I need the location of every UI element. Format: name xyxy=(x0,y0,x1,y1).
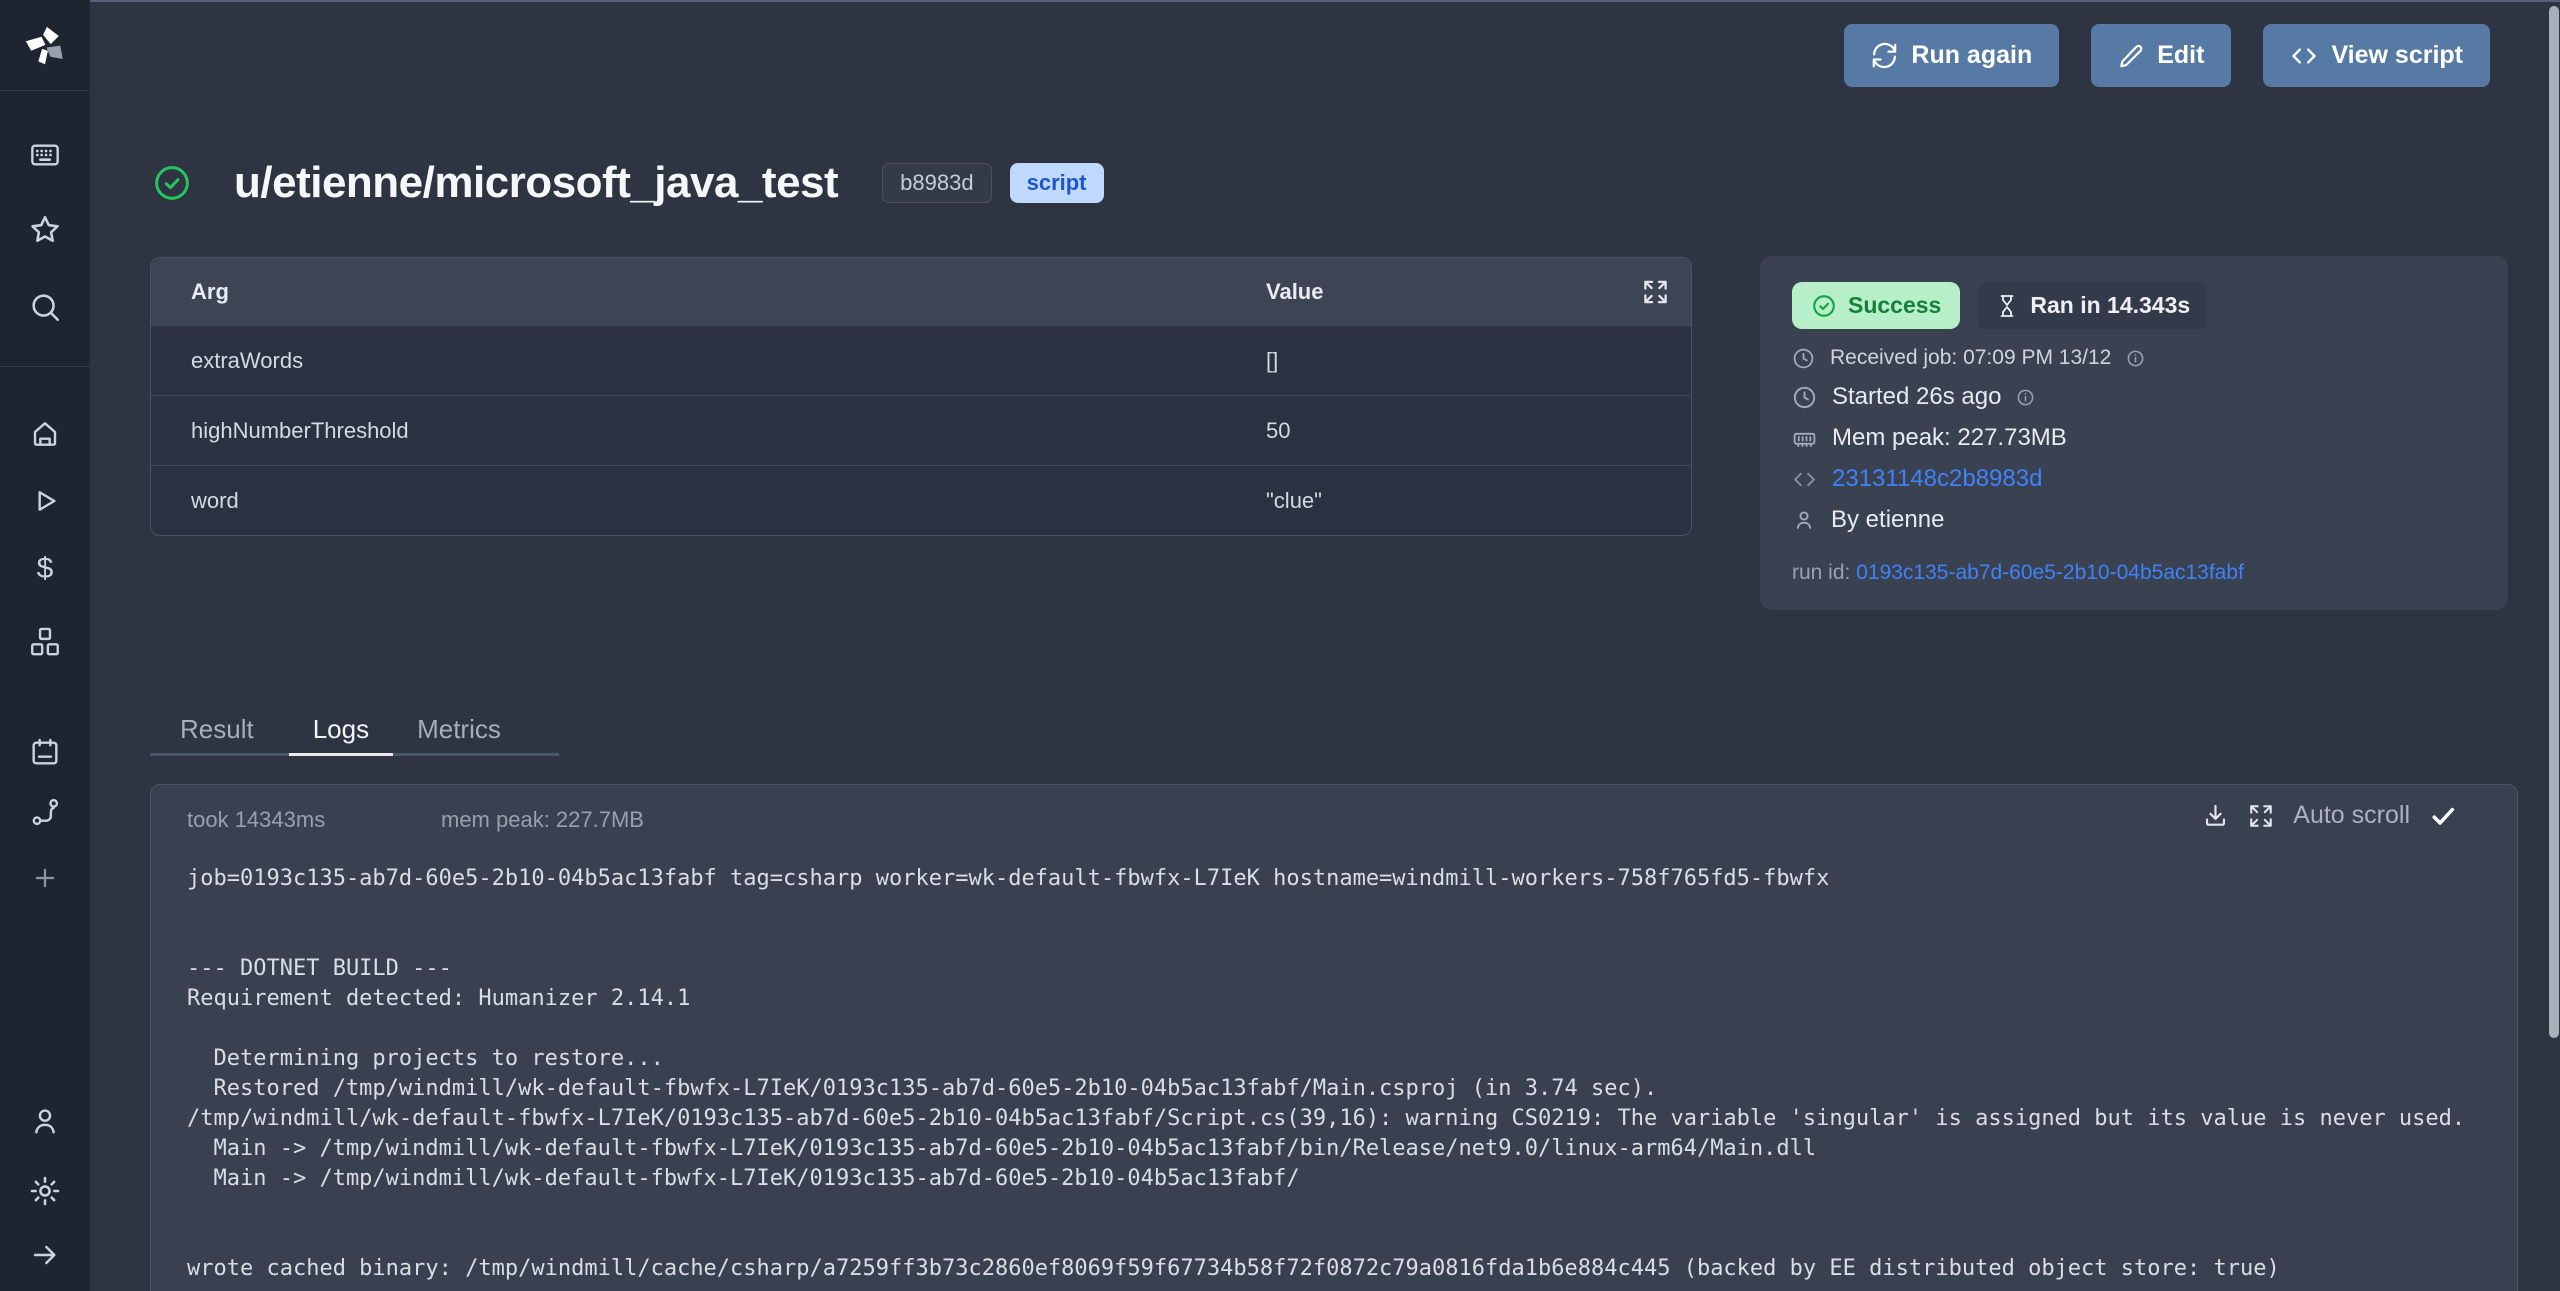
title-row: u/etienne/microsoft_java_test b8983d scr… xyxy=(140,158,1104,208)
sidebar: $ xyxy=(0,0,90,1291)
sidebar-divider xyxy=(0,90,90,91)
status-label: Success xyxy=(1848,292,1941,319)
schedules-calendar-icon[interactable] xyxy=(29,736,61,768)
info-icon[interactable] xyxy=(2126,349,2145,368)
resources-boxes-icon[interactable] xyxy=(28,625,62,659)
result-tabs: Result Logs Metrics xyxy=(150,706,559,756)
download-logs-icon[interactable] xyxy=(2202,802,2229,829)
value-column-header: Value xyxy=(1266,279,1323,305)
edit-label: Edit xyxy=(2157,41,2204,70)
arg-value: "clue" xyxy=(1266,488,1322,514)
table-row: highNumberThreshold 50 xyxy=(151,395,1691,465)
code-icon xyxy=(1792,467,1817,492)
logs-panel: took 14343ms mem peak: 227.7MB Auto scro… xyxy=(150,784,2518,1291)
mem-peak-line: Mem peak: 227.73MB xyxy=(1792,424,2476,452)
started-text: Started 26s ago xyxy=(1832,383,2001,411)
tab-logs[interactable]: Logs xyxy=(289,706,393,756)
auto-scroll-checkbox[interactable] xyxy=(2429,802,2457,830)
clock-icon xyxy=(1792,385,1817,410)
app-window-icon[interactable] xyxy=(29,139,61,171)
runs-play-icon[interactable] xyxy=(29,485,61,517)
favorites-star-icon[interactable] xyxy=(28,213,62,247)
page-title: u/etienne/microsoft_java_test xyxy=(234,158,838,208)
arg-name: word xyxy=(151,488,239,514)
duration-label: Ran in 14.343s xyxy=(2030,292,2190,319)
by-line: By etienne xyxy=(1792,506,2476,534)
table-row: word "clue" xyxy=(151,465,1691,535)
hash-badge: b8983d xyxy=(882,163,991,203)
run-again-button[interactable]: Run again xyxy=(1844,24,2059,87)
table-row: extraWords [] xyxy=(151,325,1691,395)
script-hash-line: 23131148c2b8983d xyxy=(1792,465,2476,493)
action-buttons: Run again Edit View script xyxy=(1844,24,2490,87)
mem-peak-text: Mem peak: 227.73MB xyxy=(1832,424,2067,452)
arg-name: highNumberThreshold xyxy=(151,418,409,444)
mem-peak-label: mem peak: 227.7MB xyxy=(441,807,644,833)
run-id-link[interactable]: 0193c135-ab7d-60e5-2b10-04b5ac13fabf xyxy=(1856,561,2244,584)
code-icon xyxy=(2290,42,2318,70)
variables-dollar-icon[interactable]: $ xyxy=(37,552,54,586)
clock-icon xyxy=(1792,347,1815,370)
home-icon[interactable] xyxy=(29,418,61,450)
duration-chip: Ran in 14.343s xyxy=(1978,282,2207,329)
script-kind-badge: script xyxy=(1010,163,1104,203)
page-scrollbar[interactable] xyxy=(2549,6,2559,1038)
user-icon xyxy=(1792,508,1816,532)
info-icon[interactable] xyxy=(2016,388,2035,407)
run-id-line: run id: 0193c135-ab7d-60e5-2b10-04b5ac13… xyxy=(1792,561,2476,585)
success-check-icon xyxy=(152,163,192,203)
run-again-label: Run again xyxy=(1911,41,2032,70)
arg-column-header: Arg xyxy=(151,279,229,305)
args-table: Arg Value extraWords [] highNumberThresh… xyxy=(150,257,1692,536)
expand-logs-icon[interactable] xyxy=(2248,803,2274,829)
memory-icon xyxy=(1792,426,1817,451)
view-script-label: View script xyxy=(2331,41,2463,70)
view-script-button[interactable]: View script xyxy=(2263,24,2490,87)
tab-metrics[interactable]: Metrics xyxy=(393,706,559,756)
user-icon[interactable] xyxy=(29,1105,61,1137)
arg-value: [] xyxy=(1266,348,1278,374)
logs-header: took 14343ms mem peak: 227.7MB Auto scro… xyxy=(151,785,2517,851)
by-text: By etienne xyxy=(1831,506,1944,534)
run-id-label: run id: xyxy=(1792,561,1850,584)
refresh-icon xyxy=(1871,42,1898,69)
windmill-logo[interactable] xyxy=(22,23,68,69)
search-icon[interactable] xyxy=(28,290,62,324)
settings-gear-icon[interactable] xyxy=(28,1174,62,1208)
top-hairline xyxy=(0,0,2560,2)
status-badge: Success xyxy=(1792,282,1960,329)
sidebar-divider xyxy=(0,366,90,367)
received-line: Received job: 07:09 PM 13/12 xyxy=(1792,346,2476,370)
auto-scroll-label: Auto scroll xyxy=(2293,801,2410,830)
log-output[interactable]: job=0193c135-ab7d-60e5-2b10-04b5ac13fabf… xyxy=(187,864,2509,1291)
job-run-page: $ xyxy=(0,0,2560,1291)
edit-button[interactable]: Edit xyxy=(2091,24,2231,87)
collapse-arrow-icon[interactable] xyxy=(29,1239,61,1271)
hourglass-icon xyxy=(1995,294,2019,318)
flows-route-icon[interactable] xyxy=(29,796,61,828)
received-text: Received job: 07:09 PM 13/12 xyxy=(1830,346,2111,370)
check-circle-icon xyxy=(1811,293,1837,319)
args-table-header: Arg Value xyxy=(151,258,1691,325)
expand-args-icon[interactable] xyxy=(1642,278,1669,305)
script-hash-link[interactable]: 23131148c2b8983d xyxy=(1832,465,2042,493)
tab-result[interactable]: Result xyxy=(150,706,289,756)
started-line: Started 26s ago xyxy=(1792,383,2476,411)
arg-name: extraWords xyxy=(151,348,303,374)
status-panel: Success Ran in 14.343s Received job: 07:… xyxy=(1760,256,2508,610)
arg-value: 50 xyxy=(1266,418,1290,444)
pencil-icon xyxy=(2118,43,2144,69)
took-label: took 14343ms xyxy=(187,807,325,833)
add-plus-icon[interactable] xyxy=(30,863,60,893)
